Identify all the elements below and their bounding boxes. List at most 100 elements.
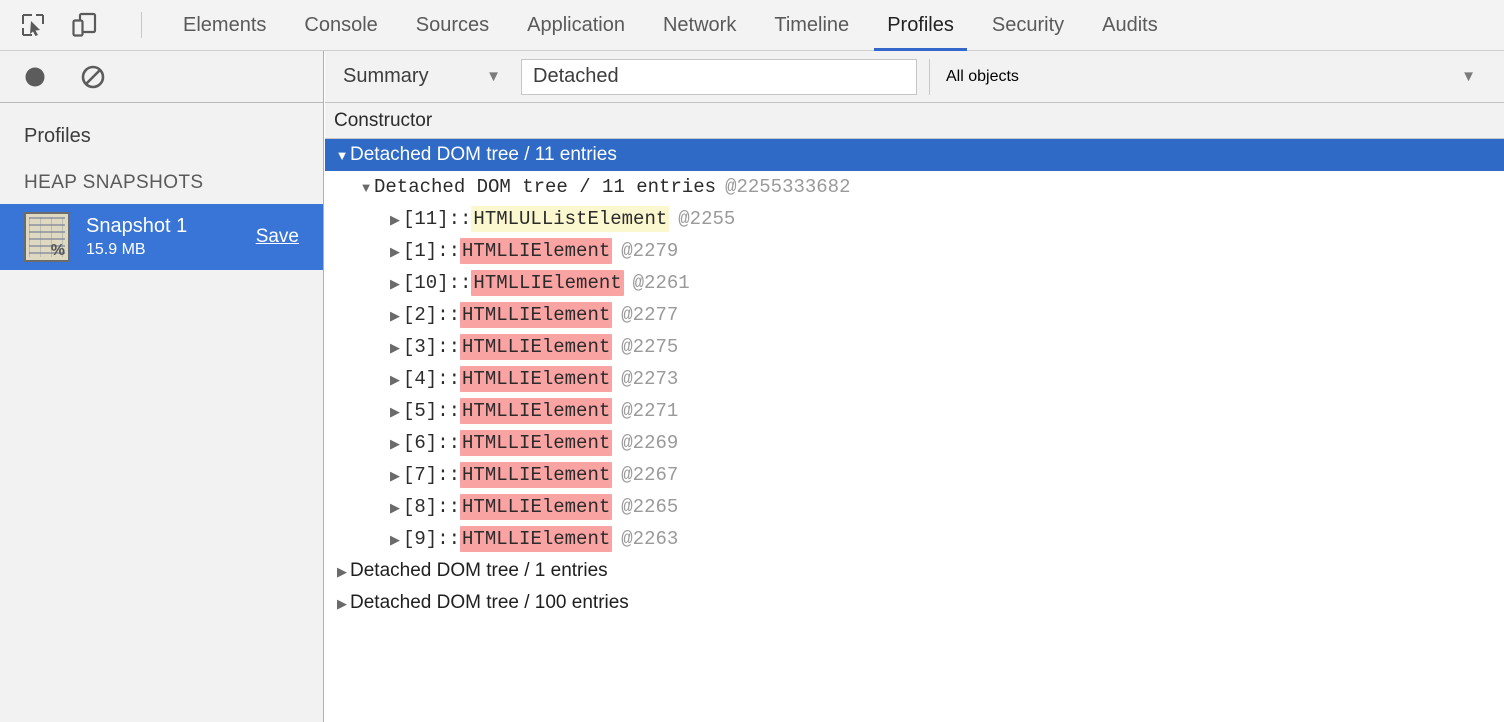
disclosure-triangle-collapsed-icon[interactable]: ▶ bbox=[387, 245, 403, 258]
profiles-sidebar-toolbar bbox=[0, 51, 323, 103]
tree-row[interactable]: ▶Detached DOM tree / 100 entries bbox=[325, 587, 1504, 619]
snapshot-name: Snapshot 1 bbox=[86, 214, 256, 239]
sidebar-item-snapshot-1[interactable]: % Snapshot 1 15.9 MB Save bbox=[0, 204, 323, 270]
tree-row-index: [9] bbox=[403, 528, 437, 550]
snapshot-size: 15.9 MB bbox=[86, 240, 256, 261]
tree-row-separator: :: bbox=[437, 304, 460, 326]
clear-all-icon[interactable] bbox=[76, 60, 110, 94]
tree-row-address: @2255 bbox=[678, 208, 735, 230]
tree-row[interactable]: ▶[10] :: HTMLLIElement@2261 bbox=[325, 267, 1504, 299]
tree-row[interactable]: ▶[1] :: HTMLLIElement@2279 bbox=[325, 235, 1504, 267]
tree-row-index: [11] bbox=[403, 208, 449, 230]
tree-row-separator: :: bbox=[437, 528, 460, 550]
tab-label: Application bbox=[527, 14, 625, 37]
tree-row-constructor: HTMLLIElement bbox=[460, 430, 612, 456]
tab-sources[interactable]: Sources bbox=[397, 0, 508, 51]
tab-network[interactable]: Network bbox=[644, 0, 755, 51]
tab-label: Security bbox=[992, 14, 1064, 37]
tab-security[interactable]: Security bbox=[973, 0, 1083, 51]
tree-row[interactable]: ▶[6] :: HTMLLIElement@2269 bbox=[325, 427, 1504, 459]
tree-row[interactable]: ▶[8] :: HTMLLIElement@2265 bbox=[325, 491, 1504, 523]
tree-row-separator: :: bbox=[437, 400, 460, 422]
devtools-toolbar-icons bbox=[0, 9, 146, 41]
tree-row[interactable]: ▶[9] :: HTMLLIElement @2263 bbox=[325, 523, 1504, 555]
tab-label: Network bbox=[663, 14, 736, 37]
view-mode-value: Summary bbox=[343, 65, 429, 88]
device-toolbar-icon[interactable] bbox=[68, 9, 100, 41]
tab-label: Console bbox=[304, 14, 377, 37]
disclosure-triangle-collapsed-icon[interactable]: ▶ bbox=[387, 437, 403, 450]
tree-row-index: [2] bbox=[403, 304, 437, 326]
disclosure-triangle-collapsed-icon[interactable]: ▶ bbox=[387, 277, 403, 290]
tab-audits[interactable]: Audits bbox=[1083, 0, 1177, 51]
tree-row[interactable]: ▼Detached DOM tree / 11 entries bbox=[325, 139, 1504, 171]
sidebar-section-heap-snapshots: HEAP SNAPSHOTS bbox=[0, 148, 323, 204]
tab-label: Elements bbox=[183, 14, 266, 37]
tree-row-separator: :: bbox=[437, 464, 460, 486]
disclosure-triangle-collapsed-icon[interactable]: ▶ bbox=[334, 597, 350, 610]
sidebar-title: Profiles bbox=[0, 103, 323, 148]
tree-row-constructor: HTMLLIElement bbox=[460, 398, 612, 424]
tree-row-address: @2277 bbox=[621, 304, 678, 326]
tree-row-constructor: HTMLLIElement bbox=[460, 366, 612, 392]
disclosure-triangle-collapsed-icon[interactable]: ▶ bbox=[387, 469, 403, 482]
tree-row-constructor: HTMLLIElement bbox=[460, 526, 612, 552]
record-button[interactable] bbox=[18, 60, 52, 94]
chevron-down-icon: ▼ bbox=[1461, 69, 1476, 84]
tab-application[interactable]: Application bbox=[508, 0, 644, 51]
save-snapshot-link[interactable]: Save bbox=[256, 226, 299, 248]
tree-row-index: [7] bbox=[403, 464, 437, 486]
tree-row-index: [1] bbox=[403, 240, 437, 262]
tree-row-address: @2271 bbox=[621, 400, 678, 422]
tree-row-separator: :: bbox=[449, 272, 472, 294]
tree-row[interactable]: ▼Detached DOM tree / 11 entries@22553336… bbox=[325, 171, 1504, 203]
profiles-sidebar: Profiles HEAP SNAPSHOTS % Snapshot 1 15.… bbox=[0, 51, 324, 722]
tree-row[interactable]: ▶Detached DOM tree / 1 entries bbox=[325, 555, 1504, 587]
disclosure-triangle-collapsed-icon[interactable]: ▶ bbox=[387, 213, 403, 226]
tree-row-constructor: HTMLLIElement bbox=[460, 302, 612, 328]
tree-row-label: Detached DOM tree / 100 entries bbox=[350, 592, 629, 614]
toolbar-divider bbox=[141, 12, 142, 38]
tab-timeline[interactable]: Timeline bbox=[755, 0, 868, 51]
tree-row-constructor: HTMLLIElement bbox=[460, 334, 612, 360]
tree-row[interactable]: ▶[3] :: HTMLLIElement@2275 bbox=[325, 331, 1504, 363]
tree-row[interactable]: ▶[7] :: HTMLLIElement@2267 bbox=[325, 459, 1504, 491]
tree-row-index: [4] bbox=[403, 368, 437, 390]
tree-row-separator: :: bbox=[437, 432, 460, 454]
class-filter-input[interactable]: Detached bbox=[521, 59, 917, 95]
disclosure-triangle-expanded-icon[interactable]: ▼ bbox=[334, 149, 350, 162]
tree-row-address: @2263 bbox=[621, 528, 678, 550]
disclosure-triangle-expanded-icon[interactable]: ▼ bbox=[358, 181, 374, 194]
devtools-tabbar: Elements Console Sources Application Net… bbox=[0, 0, 1504, 51]
objects-scope-select[interactable]: All objects ▼ bbox=[930, 51, 1504, 103]
tree-row-address: @2273 bbox=[621, 368, 678, 390]
column-header-constructor[interactable]: Constructor bbox=[325, 103, 1504, 139]
tree-row[interactable]: ▶[11] :: HTMLULListElement @2255 bbox=[325, 203, 1504, 235]
inspect-element-icon[interactable] bbox=[17, 9, 49, 41]
devtools-tab-list: Elements Console Sources Application Net… bbox=[164, 0, 1177, 51]
heap-snapshot-panel: Summary ▼ Detached All objects ▼ Constru… bbox=[325, 51, 1504, 722]
tree-row-separator: :: bbox=[449, 208, 472, 230]
tree-row-index: [5] bbox=[403, 400, 437, 422]
tab-console[interactable]: Console bbox=[285, 0, 396, 51]
disclosure-triangle-collapsed-icon[interactable]: ▶ bbox=[387, 533, 403, 546]
disclosure-triangle-collapsed-icon[interactable]: ▶ bbox=[387, 501, 403, 514]
tree-row[interactable]: ▶[4] :: HTMLLIElement @2273 bbox=[325, 363, 1504, 395]
disclosure-triangle-collapsed-icon[interactable]: ▶ bbox=[387, 341, 403, 354]
view-mode-select[interactable]: Summary ▼ bbox=[325, 51, 515, 103]
tab-label: Sources bbox=[416, 14, 489, 37]
disclosure-triangle-collapsed-icon[interactable]: ▶ bbox=[387, 405, 403, 418]
tree-row-constructor: HTMLULListElement bbox=[471, 206, 669, 232]
objects-scope-value: All objects bbox=[946, 68, 1019, 86]
heap-snapshot-icon-percent: % bbox=[51, 243, 65, 259]
tab-elements[interactable]: Elements bbox=[164, 0, 285, 51]
disclosure-triangle-collapsed-icon[interactable]: ▶ bbox=[387, 309, 403, 322]
disclosure-triangle-collapsed-icon[interactable]: ▶ bbox=[334, 565, 350, 578]
tree-row-address: @2267 bbox=[621, 464, 678, 486]
tree-row-label: Detached DOM tree / 1 entries bbox=[350, 560, 608, 582]
disclosure-triangle-collapsed-icon[interactable]: ▶ bbox=[387, 373, 403, 386]
tree-row[interactable]: ▶[2] :: HTMLLIElement @2277 bbox=[325, 299, 1504, 331]
tree-row[interactable]: ▶[5] :: HTMLLIElement @2271 bbox=[325, 395, 1504, 427]
tree-row-separator: :: bbox=[437, 368, 460, 390]
tab-profiles[interactable]: Profiles bbox=[868, 0, 973, 51]
